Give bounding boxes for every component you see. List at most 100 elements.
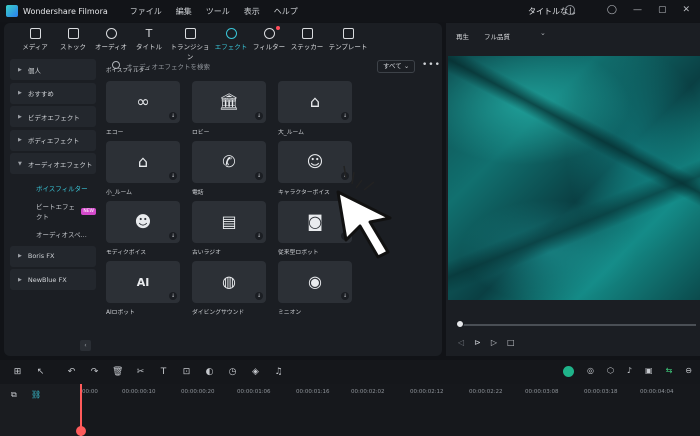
effect-card[interactable]: ⌂ ↓ 大_ルーム xyxy=(278,81,352,136)
scrubber-knob[interactable] xyxy=(456,320,464,328)
sidebar-sub-voice-filter[interactable]: ボイスフィルター xyxy=(10,177,96,200)
speed-icon[interactable]: ◷ xyxy=(227,367,238,378)
tab-filters[interactable]: フィルター xyxy=(250,23,288,56)
sidebar-item-recommended[interactable]: ▶ おすすめ xyxy=(10,82,96,104)
collapse-sidebar-icon[interactable]: ‹ xyxy=(80,340,91,351)
effect-card[interactable]: ✆ ↓ 電話 xyxy=(192,141,266,196)
delete-icon[interactable]: 🗑 xyxy=(112,367,123,378)
tab-templates[interactable]: テンプレート xyxy=(326,23,370,56)
effect-thumbnail[interactable]: ◉ ↓ xyxy=(278,261,352,303)
menu-view[interactable]: 表示 xyxy=(244,6,260,17)
snap-icon[interactable]: ⇆ xyxy=(666,366,673,377)
ruler-tick: 00:00:02:12 xyxy=(410,389,444,395)
sidebar-sub-beat-effect[interactable]: ビートエフェクト NEW xyxy=(10,200,96,223)
media-toolbar: メディア ストック オーディオ T タイトル トランジション エフェクト フィルタ… xyxy=(4,23,442,61)
sidebar-item-personal[interactable]: ▶ 個人 xyxy=(10,59,96,80)
menu-edit[interactable]: 編集 xyxy=(176,6,192,17)
effect-card[interactable]: ◉ ↓ ミニオン xyxy=(278,261,352,316)
tab-stickers[interactable]: ステッカー xyxy=(288,23,326,56)
sidebar-item-boris-fx[interactable]: ▶ Boris FX xyxy=(10,245,96,267)
timeline-ruler[interactable]: 00:00 00:00:00:10 00:00:00:20 00:00:01:0… xyxy=(80,384,700,400)
download-icon[interactable]: ↓ xyxy=(169,292,177,300)
close-icon[interactable]: ✕ xyxy=(682,5,690,15)
building-icon: 🏛 xyxy=(218,92,240,111)
undo-icon[interactable]: ↶ xyxy=(66,367,77,378)
effect-card[interactable]: ⌂ ↓ 小_ルーム xyxy=(106,141,180,196)
effect-thumbnail[interactable]: ☻ ↓ xyxy=(106,201,180,243)
download-icon[interactable]: ↓ xyxy=(255,112,263,120)
sidebar-sub-audio-spectrum[interactable]: オーディオスペ... xyxy=(10,223,96,246)
previous-frame-icon[interactable]: ◁ xyxy=(458,338,464,347)
sidebar-item-video-effects[interactable]: ▶ ビデオエフェクト xyxy=(10,106,96,127)
tab-stock[interactable]: ストック xyxy=(54,23,92,56)
crop-icon[interactable]: ⊡ xyxy=(181,367,192,378)
effect-card[interactable]: AI ↓ AIロボット xyxy=(106,261,180,316)
render-icon[interactable]: ◎ xyxy=(587,366,594,377)
filter-dropdown[interactable]: すべて ⌄ xyxy=(377,60,415,73)
tab-titles[interactable]: T タイトル xyxy=(130,23,168,56)
sticker-audio-icon[interactable]: ▣ xyxy=(645,366,653,377)
effect-card[interactable]: ▤ ↓ 古いラジオ xyxy=(192,201,266,256)
tab-audio[interactable]: オーディオ xyxy=(92,23,130,56)
download-icon[interactable]: ↓ xyxy=(255,292,263,300)
download-icon[interactable]: ↓ xyxy=(341,112,349,120)
cut-icon[interactable]: ✂ xyxy=(135,367,146,378)
tab-transitions[interactable]: トランジション xyxy=(168,23,212,61)
effect-thumbnail[interactable]: ✆ ↓ xyxy=(192,141,266,183)
search-input[interactable] xyxy=(126,60,366,74)
sidebar-item-audio-effects[interactable]: ▼ オーディオエフェクト xyxy=(10,153,96,174)
download-icon[interactable]: ↓ xyxy=(169,112,177,120)
document-menu-icon[interactable] xyxy=(565,5,575,15)
menu-file[interactable]: ファイル xyxy=(130,6,162,17)
more-options-icon[interactable]: ••• xyxy=(422,60,441,70)
quality-dropdown[interactable]: フル品質 xyxy=(484,31,510,41)
menu-tools[interactable]: ツール xyxy=(206,6,230,17)
effect-thumbnail[interactable]: ⌂ ↓ xyxy=(278,81,352,123)
tab-label: ステッカー xyxy=(290,43,324,51)
record-icon[interactable] xyxy=(562,366,574,377)
playhead-handle[interactable] xyxy=(76,426,86,436)
menu-help[interactable]: ヘルプ xyxy=(274,6,298,17)
effect-thumbnail[interactable]: ▤ ↓ xyxy=(192,201,266,243)
zoom-out-icon[interactable]: ⊖ xyxy=(685,366,692,377)
effect-thumbnail[interactable]: ∞ ↓ xyxy=(106,81,180,123)
tab-label: フィルター xyxy=(252,43,286,51)
sidebar-item-body-effects[interactable]: ▶ ボディエフェクト xyxy=(10,129,96,151)
download-icon[interactable]: ↓ xyxy=(169,172,177,180)
sidebar-item-newblue-fx[interactable]: ▶ NewBlue FX xyxy=(10,269,96,290)
download-icon[interactable]: ↓ xyxy=(341,292,349,300)
tab-effects[interactable]: エフェクト xyxy=(212,23,250,56)
play-icon[interactable]: ▷ xyxy=(491,338,497,347)
download-icon[interactable]: ↓ xyxy=(255,232,263,240)
keyframe-icon[interactable]: ◈ xyxy=(250,367,261,378)
search-row: すべて ⌄ ••• xyxy=(102,59,441,75)
step-forward-icon[interactable]: ⊳ xyxy=(474,338,481,347)
maximize-icon[interactable]: ▢ xyxy=(658,5,667,15)
link-icon[interactable]: ⛓ xyxy=(31,390,41,399)
effect-card[interactable]: 🏛 ↓ ロビー xyxy=(192,81,266,136)
tab-media[interactable]: メディア xyxy=(16,23,54,56)
microphone-icon[interactable]: ♪ xyxy=(627,366,632,377)
color-icon[interactable]: ◐ xyxy=(204,367,215,378)
layout-icon[interactable]: ⊞ xyxy=(12,367,23,378)
effect-card[interactable]: ∞ ↓ エコー xyxy=(106,81,180,136)
effect-card[interactable]: ☻ ↓ モディクボイス xyxy=(106,201,180,256)
add-track-icon[interactable]: ⧉ xyxy=(11,390,17,400)
user-icon[interactable]: ◯ xyxy=(607,5,617,15)
effect-thumbnail[interactable]: ⌂ ↓ xyxy=(106,141,180,183)
download-icon[interactable]: ↓ xyxy=(169,232,177,240)
marker-icon[interactable]: ⬡ xyxy=(607,366,614,377)
effect-card[interactable]: ◍ ↓ ダイビングサウンド xyxy=(192,261,266,316)
chevron-down-icon[interactable]: ⌄ xyxy=(540,29,546,37)
effect-thumbnail[interactable]: AI ↓ xyxy=(106,261,180,303)
effect-thumbnail[interactable]: 🏛 ↓ xyxy=(192,81,266,123)
redo-icon[interactable]: ↷ xyxy=(89,367,100,378)
effect-thumbnail[interactable]: ◍ ↓ xyxy=(192,261,266,303)
text-icon[interactable]: T xyxy=(158,367,169,378)
audio-icon[interactable]: ♫ xyxy=(273,367,284,378)
select-pointer-icon[interactable]: ↖ xyxy=(35,367,46,378)
stop-icon[interactable]: □ xyxy=(507,338,515,347)
preview-scrubber[interactable] xyxy=(458,324,696,326)
download-icon[interactable]: ↓ xyxy=(255,172,263,180)
minimize-icon[interactable]: — xyxy=(633,5,642,15)
